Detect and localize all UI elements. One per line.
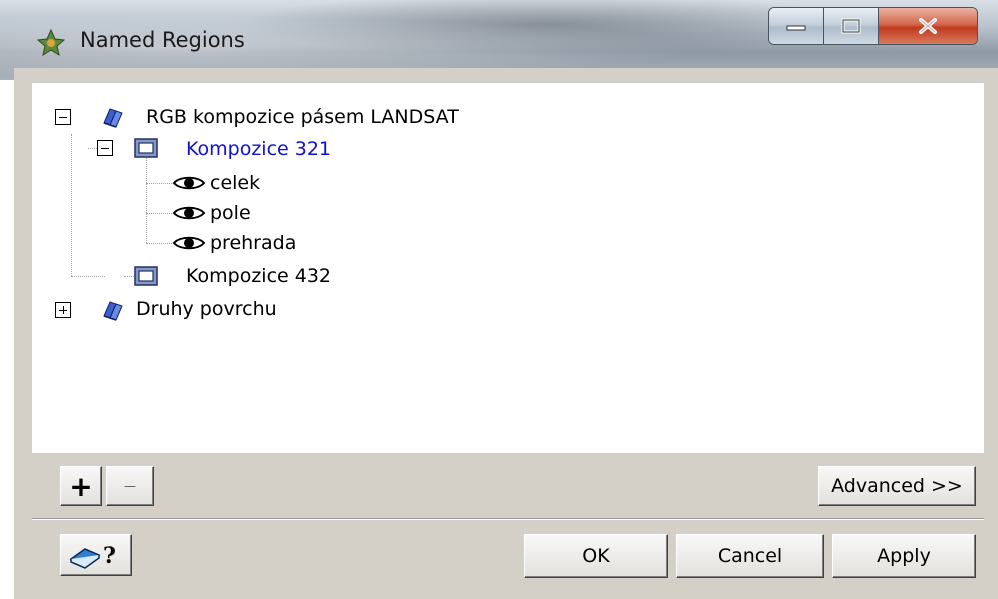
remove-region-button[interactable]: —: [106, 466, 154, 506]
ok-label: OK: [582, 545, 610, 567]
named-regions-window: Named Regions RGB kompozice pásem LANDSA…: [0, 0, 998, 599]
maximize-button[interactable]: [824, 8, 879, 44]
remove-label: —: [124, 479, 136, 493]
caption-buttons: [768, 7, 978, 45]
tree-line: [124, 276, 134, 277]
maximize-icon: [841, 18, 861, 34]
tree-line: [146, 158, 147, 243]
close-button[interactable]: [879, 8, 977, 44]
eye-icon: [172, 206, 206, 220]
cancel-button[interactable]: Cancel: [676, 534, 824, 578]
region-group-icon: [103, 108, 123, 128]
minimize-icon: [786, 25, 806, 31]
minimize-button[interactable]: [769, 8, 824, 44]
tree-expander-collapse[interactable]: [97, 140, 113, 156]
tree-node-label[interactable]: Druhy povrchu: [136, 298, 277, 320]
eye-icon: [172, 236, 206, 250]
separator: [32, 518, 984, 520]
region-icon: [134, 266, 158, 286]
regions-tree[interactable]: [32, 82, 984, 453]
close-icon: [919, 18, 937, 34]
window-title: Named Regions: [80, 28, 245, 52]
svg-text:?: ?: [103, 543, 116, 569]
tree-node-label[interactable]: celek: [210, 172, 260, 194]
apply-label: Apply: [877, 545, 931, 567]
region-group-icon: [103, 301, 123, 321]
tree-line: [71, 276, 105, 277]
tree-node-label[interactable]: prehrada: [210, 232, 296, 254]
add-region-button[interactable]: +: [60, 466, 102, 506]
app-icon: [36, 28, 66, 57]
tree-line: [146, 213, 172, 214]
cancel-label: Cancel: [717, 545, 783, 567]
eye-icon: [172, 176, 206, 190]
region-icon: [134, 138, 158, 158]
apply-button[interactable]: Apply: [832, 534, 976, 578]
tree-node-label[interactable]: RGB kompozice pásem LANDSAT: [146, 106, 459, 128]
tree-line: [71, 134, 72, 276]
ok-button[interactable]: OK: [524, 534, 668, 578]
advanced-label: Advanced >>: [831, 475, 963, 497]
tree-node-label[interactable]: Kompozice 432: [186, 265, 331, 287]
help-button[interactable]: ?: [60, 534, 132, 576]
tree-expander-collapse[interactable]: [55, 109, 71, 125]
tree-node-label[interactable]: pole: [210, 202, 251, 224]
tree-line: [146, 183, 172, 184]
advanced-button[interactable]: Advanced >>: [818, 466, 976, 506]
tree-line: [146, 243, 172, 244]
help-book-icon: ?: [69, 543, 116, 569]
add-label: +: [69, 469, 93, 503]
tree-expander-expand[interactable]: [55, 302, 71, 318]
tree-node-label-selected[interactable]: Kompozice 321: [186, 138, 331, 160]
